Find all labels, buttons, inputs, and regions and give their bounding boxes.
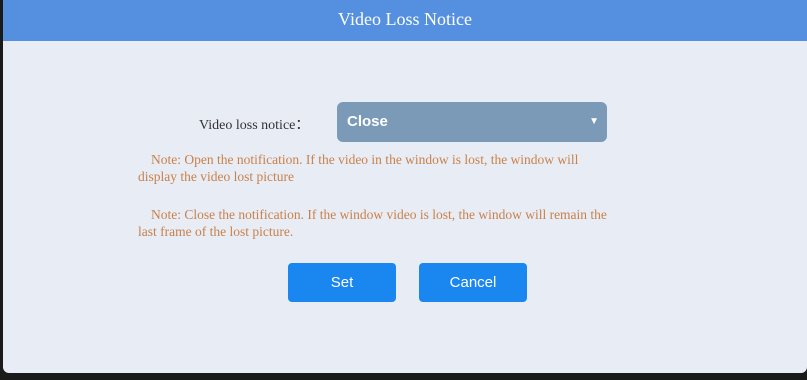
cancel-button[interactable]: Cancel <box>419 263 527 302</box>
close-notification-note: Note: Close the notification. If the win… <box>138 206 608 240</box>
set-button[interactable]: Set <box>288 263 396 302</box>
close-note-text: Note: Close the notification. If the win… <box>138 207 607 239</box>
video-loss-notice-select[interactable]: Close ▼ <box>337 102 607 142</box>
open-notification-note: Note: Open the notification. If the vide… <box>138 151 608 185</box>
chevron-down-icon: ▼ <box>589 116 599 127</box>
video-loss-notice-label: Video loss notice： <box>199 118 310 133</box>
dialog-title: Video Loss Notice <box>3 0 807 41</box>
open-note-text: Note: Open the notification. If the vide… <box>138 152 579 184</box>
video-loss-notice-dialog: Video Loss Notice Video loss notice： Clo… <box>3 0 807 373</box>
select-value: Close <box>347 113 388 130</box>
video-loss-notice-row: Video loss notice： Close ▼ <box>3 102 807 142</box>
